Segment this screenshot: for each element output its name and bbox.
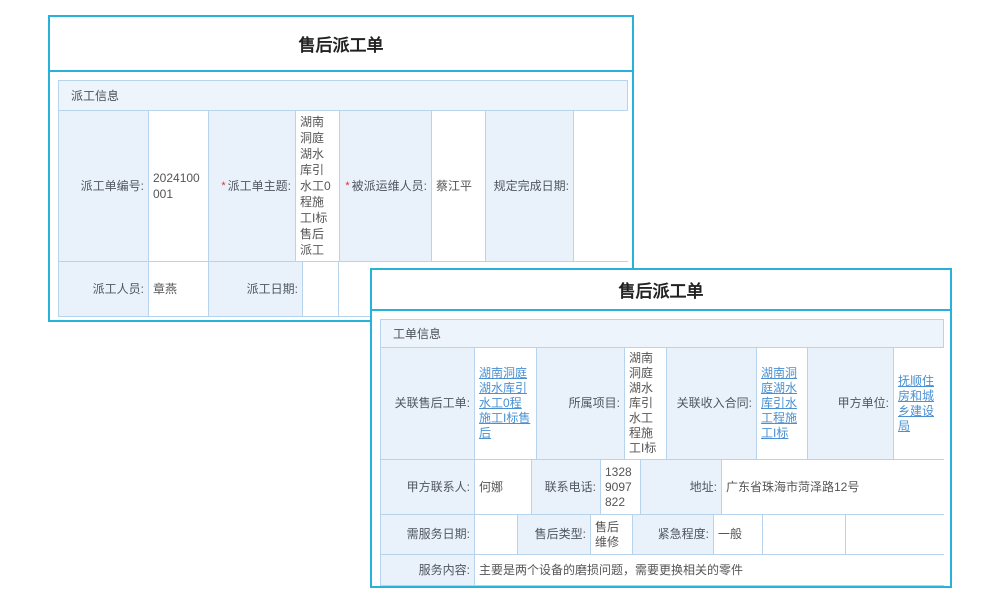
- project-value: 湖南洞庭湖水库引水工程施工I标: [625, 348, 667, 459]
- table-row: 关联售后工单: 湖南洞庭湖水库引水工0程施工I标售后 所属项目: 湖南洞庭湖水库…: [381, 348, 943, 460]
- address-value: 广东省珠海市菏泽路12号: [722, 460, 945, 514]
- service-date-value: [475, 515, 518, 554]
- income-contract-label: 关联收入合同:: [667, 348, 757, 459]
- related-order-value: 湖南洞庭湖水库引水工0程施工I标售后: [475, 348, 537, 459]
- dispatch-date-value: [303, 262, 339, 316]
- table-row: 甲方联系人: 何娜 联系电话: 13289097822 地址: 广东省珠海市菏泽…: [381, 460, 943, 515]
- front-panel-title: 售后派工单: [372, 270, 950, 311]
- service-content-label: 服务内容:: [381, 555, 475, 585]
- service-content-value: 主要是两个设备的磨损问题，需要更换相关的零件: [475, 555, 945, 585]
- party-a-unit-label: 甲方单位:: [808, 348, 894, 459]
- dispatcher-value: 章燕: [149, 262, 209, 316]
- due-date-value: [574, 111, 629, 261]
- urgency-value: 一般: [714, 515, 763, 554]
- assignee-label: * 被派运维人员:: [340, 111, 432, 261]
- party-a-unit-value: 抚顺住房和城乡建设局: [894, 348, 945, 459]
- address-label: 地址:: [641, 460, 722, 514]
- subject-label: * 派工单主题:: [209, 111, 296, 261]
- phone-value: 13289097822: [601, 460, 641, 514]
- work-order-info-window: 售后派工单 工单信息 关联售后工单: 湖南洞庭湖水库引水工0程施工I标售后 所属…: [370, 268, 952, 588]
- empty-cell: [763, 515, 846, 554]
- related-order-link[interactable]: 湖南洞庭湖水库引水工0程施工I标售后: [479, 366, 532, 441]
- service-type-value: 售后维修: [591, 515, 633, 554]
- service-date-label: 需服务日期:: [381, 515, 475, 554]
- assignee-label-text: 被派运维人员:: [352, 178, 427, 194]
- work-order-info-section: 工单信息 关联售后工单: 湖南洞庭湖水库引水工0程施工I标售后 所属项目: 湖南…: [380, 319, 944, 586]
- related-order-label: 关联售后工单:: [381, 348, 475, 459]
- back-panel-title: 售后派工单: [50, 17, 632, 72]
- urgency-label: 紧急程度:: [633, 515, 714, 554]
- party-a-contact-value: 何娜: [475, 460, 532, 514]
- table-row: 派工单编号: 2024100001 * 派工单主题: 湖南洞庭湖水库引水工0程施…: [59, 111, 627, 262]
- party-a-unit-link[interactable]: 抚顺住房和城乡建设局: [898, 374, 941, 434]
- phone-label: 联系电话:: [532, 460, 601, 514]
- subject-label-text: 派工单主题:: [228, 178, 291, 194]
- due-date-label: 规定完成日期:: [486, 111, 574, 261]
- income-contract-value: 湖南洞庭湖水库引水工程施工I标: [757, 348, 808, 459]
- assignee-value: 蔡江平: [432, 111, 486, 261]
- dispatch-date-label: 派工日期:: [209, 262, 303, 316]
- empty-cell: [846, 515, 945, 554]
- service-type-label: 售后类型:: [518, 515, 591, 554]
- subject-value: 湖南洞庭湖水库引水工0程施工I标售后派工: [296, 111, 340, 261]
- dispatch-info-section-title: 派工信息: [59, 81, 627, 111]
- income-contract-link[interactable]: 湖南洞庭湖水库引水工程施工I标: [761, 366, 803, 441]
- required-icon: *: [345, 178, 349, 194]
- work-order-info-section-title: 工单信息: [381, 320, 943, 348]
- dispatch-no-value: 2024100001: [149, 111, 209, 261]
- project-label: 所属项目:: [537, 348, 625, 459]
- dispatcher-label: 派工人员:: [59, 262, 149, 316]
- table-row: 需服务日期: 售后类型: 售后维修 紧急程度: 一般: [381, 515, 943, 555]
- party-a-contact-label: 甲方联系人:: [381, 460, 475, 514]
- page: 售后派工单 派工信息 派工单编号: 2024100001 * 派工单主题: 湖南…: [0, 0, 1000, 600]
- dispatch-no-label: 派工单编号:: [59, 111, 149, 261]
- front-panel-body: 工单信息 关联售后工单: 湖南洞庭湖水库引水工0程施工I标售后 所属项目: 湖南…: [372, 311, 950, 592]
- table-row: 服务内容: 主要是两个设备的磨损问题，需要更换相关的零件: [381, 555, 943, 585]
- required-icon: *: [221, 178, 225, 194]
